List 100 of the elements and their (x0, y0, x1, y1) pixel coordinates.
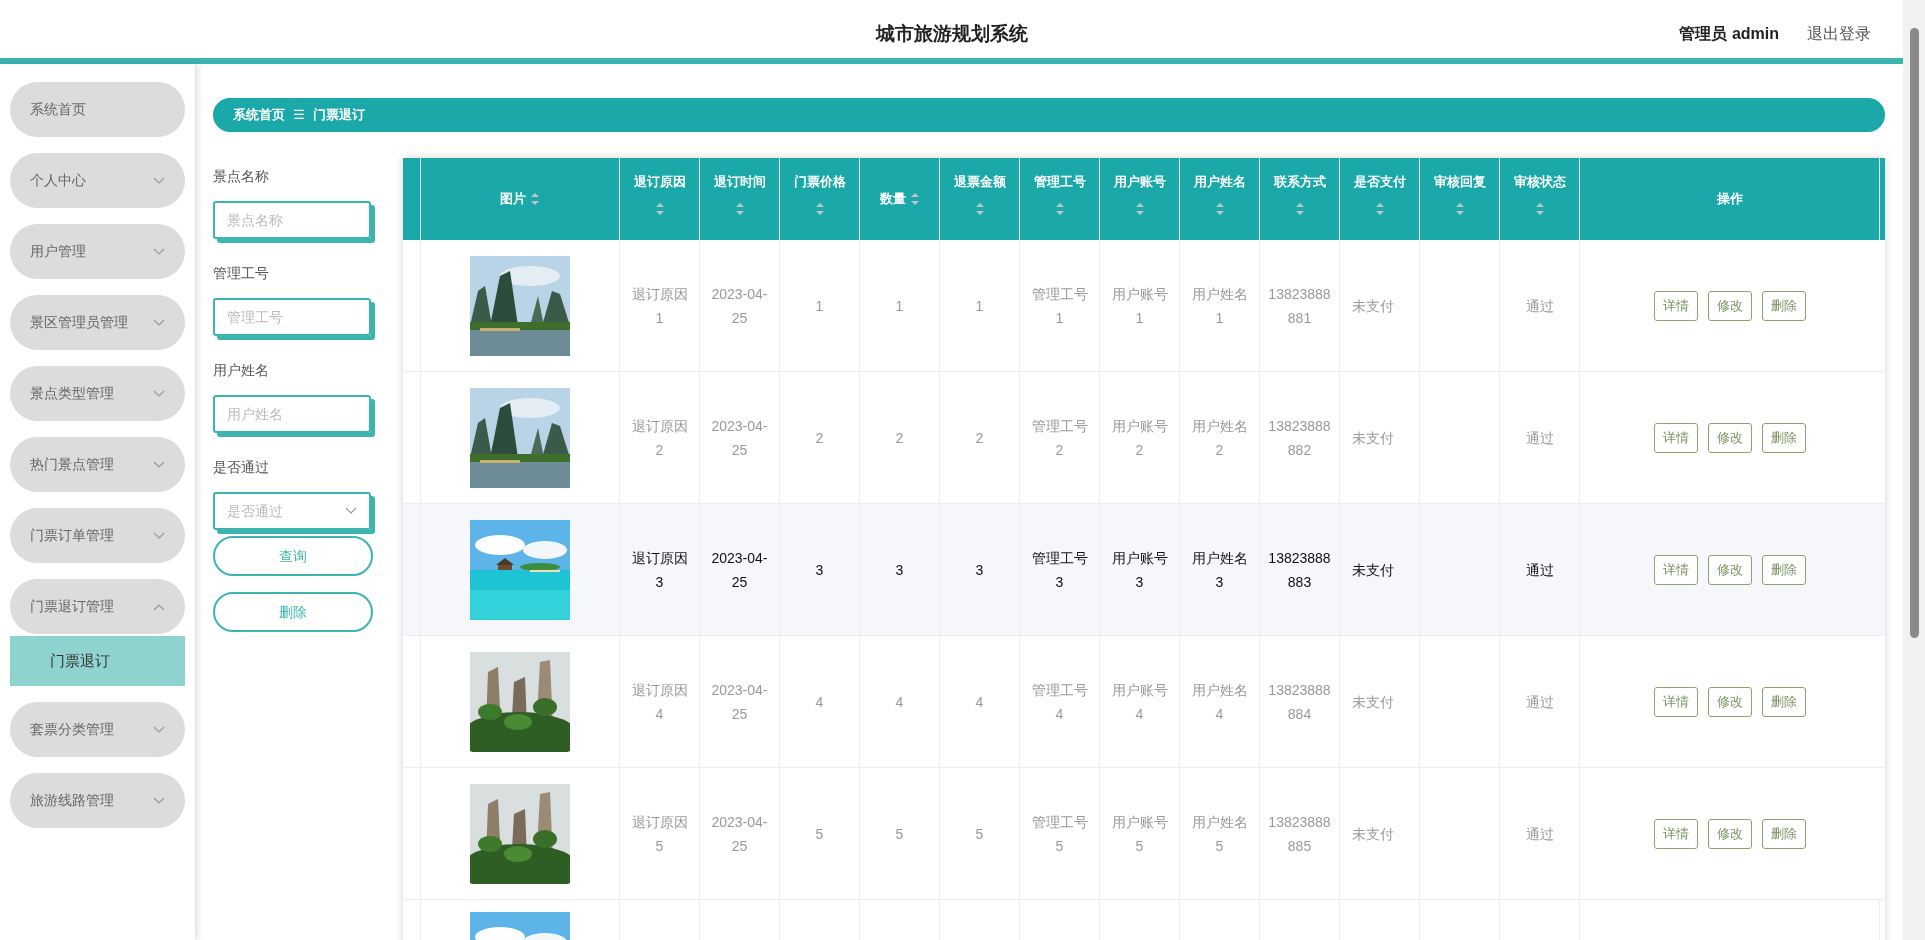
sidebar-item[interactable]: 用户管理 (10, 224, 185, 279)
delete-button[interactable]: 删除 (1762, 290, 1806, 321)
sort-icon[interactable] (1214, 201, 1225, 216)
table-cell-text: 13823888885 (1268, 812, 1331, 856)
table-cell-text: 用户姓名5 (1190, 812, 1249, 856)
table-cell-text: 3 (815, 560, 824, 580)
sort-icon[interactable] (909, 192, 920, 206)
sort-icon[interactable] (1054, 201, 1065, 216)
table-cell-text: 2023-04-25 (710, 548, 769, 592)
table-cell-text: 用户姓名2 (1190, 416, 1249, 460)
table-cell-text: 用户姓名4 (1190, 680, 1249, 724)
table-cell-text: 2 (975, 428, 984, 448)
filter-label: 用户姓名 (213, 361, 270, 380)
table-cell-text: 13823888884 (1268, 680, 1331, 724)
table-cell-text: 2 (815, 428, 824, 448)
query-button[interactable]: 查询 (213, 536, 373, 576)
sort-icon[interactable] (1454, 201, 1465, 216)
sort-icon[interactable] (814, 201, 825, 216)
chevron-icon (153, 389, 165, 398)
table-cell-text: 退订原因4 (630, 680, 689, 724)
table-cell-text: 用户账号4 (1110, 680, 1169, 724)
table-cell-text: 13823888883 (1268, 548, 1331, 592)
sort-icon[interactable] (654, 201, 665, 216)
details-button[interactable]: 详情 (1654, 422, 1698, 453)
table-cell-text: 3 (975, 560, 984, 580)
sidebar-item[interactable]: 门票订单管理 (10, 508, 185, 563)
breadcrumb-separator: ☰ (293, 106, 305, 125)
breadcrumb-item[interactable]: 系统首页 (233, 105, 285, 125)
sidebar-item[interactable]: 景点类型管理 (10, 366, 185, 421)
table-cell-text: 4 (815, 692, 824, 712)
sort-icon[interactable] (1134, 201, 1145, 216)
table-cell-text: 通过 (1525, 692, 1554, 712)
chevron-icon (153, 602, 165, 611)
logout-link[interactable]: 退出登录 (1807, 22, 1871, 46)
sidebar-item[interactable]: 个人中心 (10, 153, 185, 208)
table-cell-text: 通过 (1525, 428, 1554, 448)
table-cell-text: 退订原因5 (630, 812, 689, 856)
edit-button[interactable]: 修改 (1708, 422, 1752, 453)
sort-icon[interactable] (530, 192, 540, 206)
table-cell-text: 4 (975, 692, 984, 712)
chevron-icon (153, 460, 165, 469)
table-cell-text: 2 (895, 428, 904, 448)
table-cell-text: 1 (895, 296, 904, 316)
delete-button[interactable]: 删除 (1762, 686, 1806, 717)
table-cell-text: 5 (975, 824, 984, 844)
table-cell-text: 2023-04-25 (710, 812, 769, 856)
chevron-icon (345, 507, 357, 515)
sidebar-item[interactable]: 旅游线路管理 (10, 773, 185, 828)
sort-icon[interactable] (1534, 201, 1545, 216)
chevron-icon (153, 531, 165, 540)
details-button[interactable]: 详情 (1654, 818, 1698, 849)
table-cell-text: 未支付 (1352, 428, 1394, 448)
filter-label: 是否通过 (213, 458, 270, 477)
table-cell-text: 通过 (1525, 824, 1554, 844)
delete-button[interactable]: 删除 (1762, 554, 1806, 585)
table-cell-text: 未支付 (1352, 560, 1394, 580)
table-cell-text: 管理工号3 (1030, 548, 1089, 592)
sidebar-item[interactable]: 套票分类管理 (10, 702, 185, 757)
sidebar-item[interactable]: 系统首页 (10, 82, 185, 137)
sort-icon[interactable] (974, 201, 985, 216)
details-button[interactable]: 详情 (1654, 554, 1698, 585)
table-cell-text: 未支付 (1352, 692, 1394, 712)
table-cell-text: 通过 (1525, 296, 1554, 316)
delete-button[interactable]: 删除 (1762, 818, 1806, 849)
sort-icon[interactable] (1374, 201, 1385, 216)
sidebar-item[interactable]: 热门景点管理 (10, 437, 185, 492)
details-button[interactable]: 详情 (1654, 686, 1698, 717)
table-cell-text: 管理工号2 (1030, 416, 1089, 460)
delete-button[interactable]: 删除 (213, 592, 373, 632)
sidebar-subitem[interactable]: 门票退订 (10, 636, 185, 686)
details-button[interactable]: 详情 (1654, 290, 1698, 321)
edit-button[interactable]: 修改 (1708, 686, 1752, 717)
breadcrumb-item: 门票退订 (313, 106, 365, 125)
table-cell-text: 2023-04-25 (710, 416, 769, 460)
sidebar-item[interactable]: 景区管理员管理 (10, 295, 185, 350)
table-cell-text: 4 (895, 692, 904, 712)
table-cell-text: 退订原因1 (630, 284, 689, 328)
table-cell-text: 用户账号5 (1110, 812, 1169, 856)
filter-label: 管理工号 (213, 264, 270, 283)
sidebar-item[interactable]: 门票退订管理 (10, 579, 185, 634)
table-cell-text: 未支付 (1352, 296, 1394, 316)
table-cell-text: 用户姓名1 (1190, 284, 1249, 328)
chevron-icon (153, 247, 165, 256)
table-cell-text: 用户姓名3 (1190, 548, 1249, 592)
scrollbar[interactable] (1903, 0, 1925, 940)
delete-button[interactable]: 删除 (1762, 422, 1806, 453)
table-cell-text: 退订原因3 (630, 548, 689, 592)
table-cell-text: 13823888882 (1268, 416, 1331, 460)
sort-icon[interactable] (734, 201, 745, 216)
edit-button[interactable]: 修改 (1708, 818, 1752, 849)
table-cell-text: 通过 (1525, 560, 1554, 580)
table-cell-text: 5 (815, 824, 824, 844)
table-cell-text: 5 (895, 824, 904, 844)
edit-button[interactable]: 修改 (1708, 290, 1752, 321)
user-label: 管理员 admin (1679, 24, 1779, 44)
table-cell-text: 管理工号5 (1030, 812, 1089, 856)
table-cell-text: 3 (895, 560, 904, 580)
sort-icon[interactable] (1294, 201, 1305, 216)
app-title: 城市旅游规划系统 (875, 21, 1028, 46)
edit-button[interactable]: 修改 (1708, 554, 1752, 585)
